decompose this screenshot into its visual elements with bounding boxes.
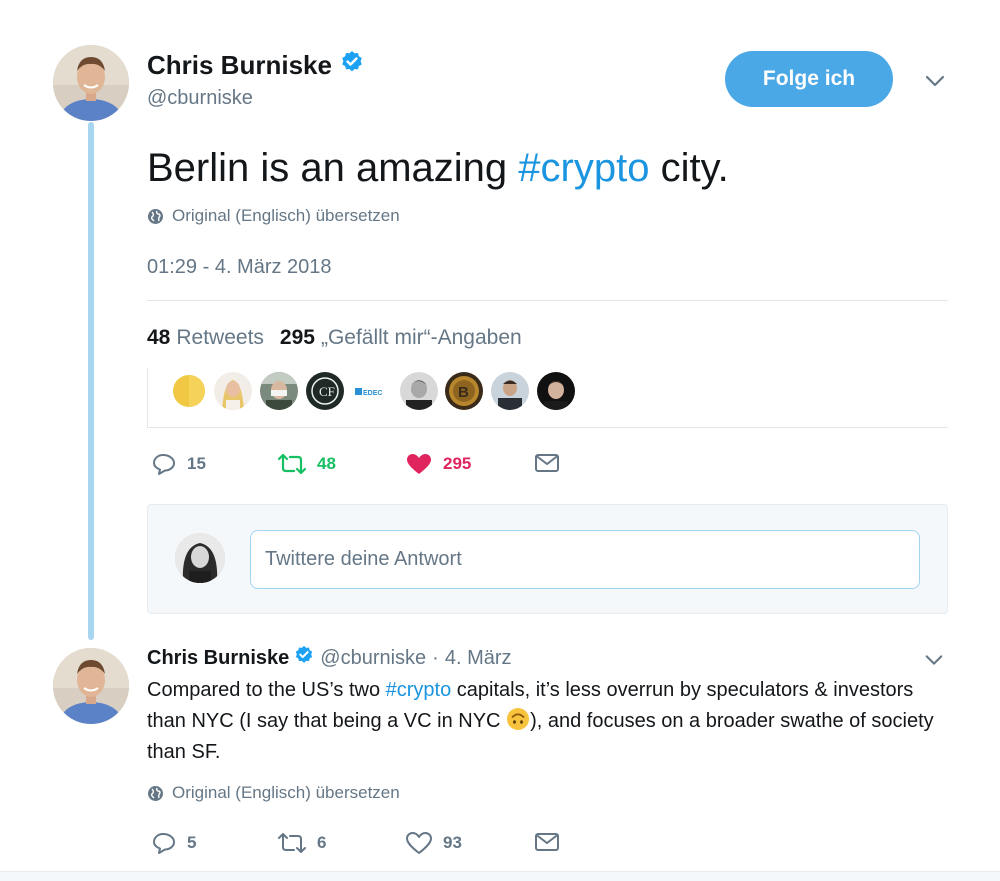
- likes-count[interactable]: 295: [280, 326, 315, 350]
- liker-avatar[interactable]: EDEC: [352, 372, 390, 410]
- liker-avatar[interactable]: [537, 372, 575, 410]
- tweet-stats: 48 Retweets 295 „Gefällt mir“-Angaben: [147, 326, 538, 350]
- author-name-text[interactable]: Chris Burniske: [147, 50, 332, 81]
- retweet-icon: [277, 453, 307, 475]
- retweet-count: 6: [317, 833, 327, 852]
- liker-avatar[interactable]: [170, 372, 208, 410]
- reply-icon: [153, 833, 175, 854]
- reply-count: 5: [187, 833, 197, 852]
- reply-author-name[interactable]: Chris Burniske: [147, 647, 289, 670]
- like-count: 295: [443, 454, 472, 473]
- liker-avatar[interactable]: [400, 372, 438, 410]
- translate-label[interactable]: Original (Englisch) übersetzen: [172, 783, 400, 803]
- reply-tweet-text: Compared to the US’s two #crypto capital…: [147, 675, 957, 768]
- direct-message-action[interactable]: [534, 831, 570, 853]
- like-action[interactable]: 295: [405, 452, 471, 476]
- verified-badge-icon: [340, 50, 364, 81]
- likers-avatar-row: CF EDEC B: [147, 368, 948, 428]
- author-name[interactable]: Chris Burniske: [147, 50, 364, 81]
- bottom-divider: [0, 871, 1000, 881]
- mail-icon: [535, 454, 559, 472]
- chevron-down-icon[interactable]: [924, 650, 944, 670]
- liker-avatar[interactable]: CF: [306, 372, 344, 410]
- divider: [147, 300, 948, 301]
- following-button[interactable]: Folge ich: [725, 51, 893, 107]
- liker-avatar[interactable]: B: [445, 372, 483, 410]
- tweet-text: Berlin is an amazing #crypto city.: [147, 144, 729, 192]
- heart-icon: [407, 454, 431, 474]
- tweet-timestamp[interactable]: 01:29 - 4. März 2018: [147, 256, 332, 279]
- like-action[interactable]: 93: [405, 831, 462, 855]
- retweets-label[interactable]: Retweets: [176, 326, 264, 350]
- tweet-text-part: city.: [649, 146, 729, 190]
- liker-avatar[interactable]: [491, 372, 529, 410]
- hashtag-link[interactable]: #crypto: [386, 679, 452, 701]
- liker-avatar[interactable]: [260, 372, 298, 410]
- chevron-down-icon[interactable]: [924, 70, 946, 92]
- verified-badge-icon: [294, 645, 314, 671]
- retweet-action[interactable]: 6: [277, 831, 326, 855]
- author-avatar[interactable]: [53, 45, 129, 121]
- retweet-icon: [278, 833, 306, 853]
- current-user-avatar[interactable]: [175, 533, 225, 583]
- reply-icon: [153, 454, 175, 475]
- liker-logo-text: EDEC: [363, 390, 382, 397]
- retweet-action[interactable]: 48: [277, 452, 336, 476]
- thread-connector-line: [88, 122, 94, 640]
- reply-author-avatar[interactable]: [53, 648, 129, 724]
- reply-count: 15: [187, 454, 206, 473]
- tweet-text-part: Berlin is an amazing: [147, 146, 519, 190]
- hashtag-link[interactable]: #crypto: [518, 146, 649, 190]
- liker-avatar[interactable]: [214, 372, 252, 410]
- heart-icon: [406, 832, 432, 854]
- direct-message-action[interactable]: [534, 452, 570, 474]
- globe-icon: [148, 208, 163, 224]
- likes-label[interactable]: „Gefällt mir“-Angaben: [321, 326, 522, 350]
- reply-input[interactable]: [250, 530, 920, 589]
- reply-action[interactable]: 15: [151, 452, 206, 476]
- svg-text:B: B: [458, 384, 469, 401]
- reply-action[interactable]: 5: [151, 831, 196, 855]
- mail-icon: [535, 833, 559, 851]
- reply-author-handle[interactable]: @cburniske: [320, 647, 426, 670]
- translate-label[interactable]: Original (Englisch) übersetzen: [172, 206, 400, 226]
- svg-text:CF: CF: [319, 384, 335, 399]
- author-handle[interactable]: @cburniske: [147, 87, 253, 110]
- translate-link[interactable]: Original (Englisch) übersetzen: [147, 206, 400, 226]
- separator-dot: ·: [432, 646, 439, 669]
- retweets-count[interactable]: 48: [147, 326, 170, 350]
- reply-date[interactable]: 4. März: [445, 647, 512, 670]
- globe-icon: [148, 785, 163, 801]
- translate-link[interactable]: Original (Englisch) übersetzen: [147, 783, 400, 803]
- like-count: 93: [443, 833, 462, 852]
- upside-down-face-emoji: [506, 707, 530, 731]
- reply-header: Chris Burniske @cburniske · 4. März: [147, 645, 512, 671]
- reply-text-part: Compared to the US’s two: [147, 679, 386, 701]
- retweet-count: 48: [317, 454, 336, 473]
